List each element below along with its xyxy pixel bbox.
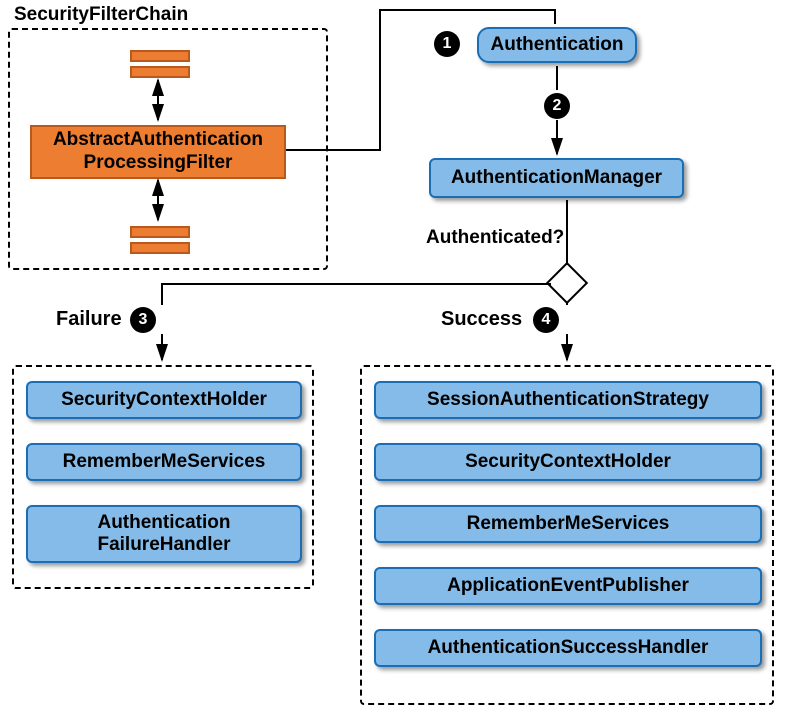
filter-bar-icon: [130, 66, 190, 78]
failure-box-0: SecurityContextHolder: [26, 381, 302, 419]
badge-3: 3: [130, 307, 156, 333]
filter-bar-icon: [130, 50, 190, 62]
badge-1: 1: [434, 31, 460, 57]
badge-2: 2: [544, 93, 570, 119]
success-box-1: SecurityContextHolder: [374, 443, 762, 481]
success-container: SessionAuthenticationStrategy SecurityCo…: [360, 365, 774, 705]
authentication-manager-box: AuthenticationManager: [429, 158, 684, 198]
filter-chain-container: AbstractAuthentication ProcessingFilter: [8, 28, 328, 270]
success-box-4: AuthenticationSuccessHandler: [374, 629, 762, 667]
failure-box-2: Authentication FailureHandler: [26, 505, 302, 563]
badge-4: 4: [533, 307, 559, 333]
authenticated-question-label: Authenticated?: [426, 227, 564, 249]
failure-container: SecurityContextHolder RememberMeServices…: [12, 365, 314, 589]
filter-bar-icon: [130, 242, 190, 254]
success-box-2: RememberMeServices: [374, 505, 762, 543]
failure-label: Failure: [56, 308, 122, 331]
filter-bar-icon: [130, 226, 190, 238]
success-label: Success: [441, 308, 522, 331]
abstract-auth-processing-filter: AbstractAuthentication ProcessingFilter: [30, 125, 286, 179]
success-box-3: ApplicationEventPublisher: [374, 567, 762, 605]
filter-chain-title: SecurityFilterChain: [14, 4, 188, 26]
success-box-0: SessionAuthenticationStrategy: [374, 381, 762, 419]
failure-box-1: RememberMeServices: [26, 443, 302, 481]
decision-diamond-icon: [546, 262, 588, 304]
authentication-box: Authentication: [477, 27, 637, 63]
